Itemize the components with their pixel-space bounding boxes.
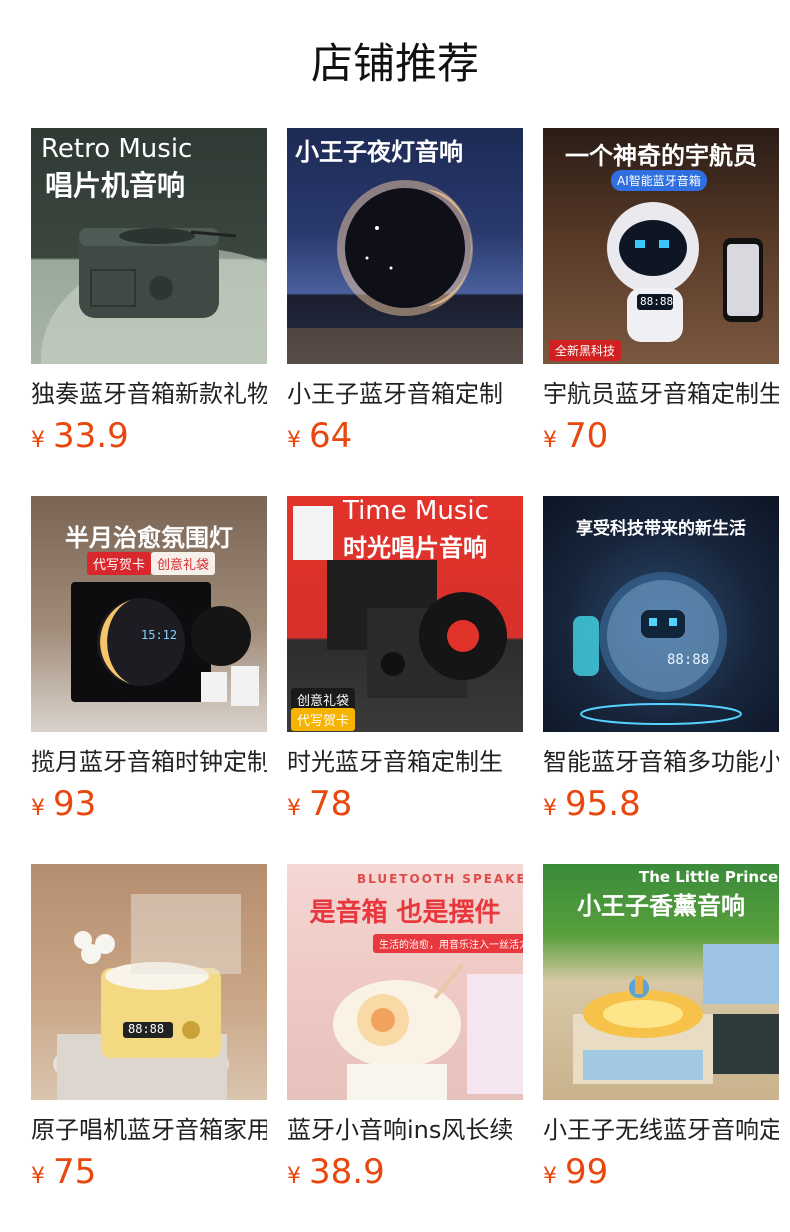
product-name[interactable]: 小王子蓝牙音箱定制 [287,378,523,410]
price-value: 75 [53,1152,97,1192]
product-name[interactable]: 独奏蓝牙音箱新款礼物 [31,378,267,410]
robot-speaker-icon [573,572,742,725]
page-title: 店铺推荐 [310,39,479,88]
currency-symbol: ¥ [287,428,301,453]
product-image-little-prince-lamp[interactable]: 小王子夜灯音响 [287,128,523,364]
price-value: 64 [309,416,353,456]
product-name[interactable]: 智能蓝牙音箱多功能小 [543,746,779,778]
astronaut-icon [607,202,763,342]
price-value: 99 [565,1152,609,1192]
product-image-astronaut-speaker[interactable]: 一个神奇的宇航员 AI智能蓝牙音箱 88:88 全新黑科技 [543,128,779,364]
product-image-smart-speaker[interactable]: 享受科技带来的新生活 88:88 [543,496,779,732]
product-card[interactable]: Time Music 时光唱片音响 创意礼袋 代写贺卡 时光蓝牙音箱定制生 ¥7… [287,496,523,828]
product-price: ¥93 [31,784,267,830]
product-image-little-prince-aroma[interactable]: The Little Prince 小王子香薰音响 [543,864,779,1100]
price-value: 38.9 [309,1152,385,1192]
clock-display: 88:88 [128,1022,165,1036]
product-price: ¥70 [543,416,779,462]
currency-symbol: ¥ [31,428,45,453]
product-name[interactable]: 揽月蓝牙音箱时钟定制 [31,746,267,778]
product-image-time-music[interactable]: Time Music 时光唱片音响 创意礼袋 代写贺卡 [287,496,523,732]
clock-display: 88:88 [667,652,710,668]
card-tag: 代写贺卡 [291,708,356,731]
price-value: 93 [53,784,97,824]
price-value: 70 [565,416,609,456]
product-image-retro-record-player[interactable]: Retro Music 唱片机音响 [31,128,267,364]
currency-symbol: ¥ [543,796,557,821]
product-price: ¥78 [287,784,523,830]
product-card[interactable]: 半月治愈氛围灯 代写贺卡 创意礼袋 15:12 揽月蓝牙音箱时钟定制 ¥93 [31,496,267,828]
clock-display: 88:88 [640,295,674,308]
product-price: ¥33.9 [31,416,267,462]
moon-lamp-icon [287,180,523,364]
product-name[interactable]: 时光蓝牙音箱定制生 [287,746,523,778]
product-image-ins-speaker[interactable]: BLUETOOTH SPEAKER 是音箱 也是摆件 生活的治愈，用音乐注入一丝… [287,864,523,1100]
product-card[interactable]: Retro Music 唱片机音响 独奏蓝牙音箱新款礼物 ¥33.9 [31,128,267,460]
currency-symbol: ¥ [31,796,45,821]
product-card[interactable]: BLUETOOTH SPEAKER 是音箱 也是摆件 生活的治愈，用音乐注入一丝… [287,864,523,1196]
product-price: ¥99 [543,1152,779,1198]
currency-symbol: ¥ [287,796,301,821]
currency-symbol: ¥ [287,1164,301,1189]
product-card[interactable]: 一个神奇的宇航员 AI智能蓝牙音箱 88:88 全新黑科技 宇航员蓝牙音箱定制生… [543,128,779,460]
product-name[interactable]: 原子唱机蓝牙音箱家用 [31,1114,267,1146]
product-card[interactable]: The Little Prince 小王子香薰音响 小王子无线蓝牙音响定 ¥99 [543,864,779,1196]
product-price: ¥95.8 [543,784,779,830]
record-player-icon [41,228,267,364]
price-value: 95.8 [565,784,641,824]
product-card[interactable]: 享受科技带来的新生活 88:88 智能蓝牙音箱多功能小 ¥95.8 [543,496,779,828]
currency-symbol: ¥ [31,1164,45,1189]
product-name[interactable]: 蓝牙小音响ins风长续 [287,1114,523,1146]
currency-symbol: ¥ [543,428,557,453]
product-card[interactable]: 小王子夜灯音响 小王子蓝牙音箱定制 ¥64 [287,128,523,460]
aroma-speaker-icon [573,944,779,1084]
product-price: ¥64 [287,416,523,462]
product-image-atomic-record-player[interactable]: 88:88 [31,864,267,1100]
clock-display: 15:12 [141,628,178,642]
product-image-half-moon-clock[interactable]: 半月治愈氛围灯 代写贺卡 创意礼袋 15:12 [31,496,267,732]
product-name[interactable]: 宇航员蓝牙音箱定制生 [543,378,779,410]
record-player-icon [53,894,241,1100]
moon-clock-icon [71,582,259,706]
price-value: 78 [309,784,353,824]
speaker-icon [333,962,523,1100]
price-value: 33.9 [53,416,129,456]
promo-tag: 全新黑科技 [549,340,622,361]
currency-symbol: ¥ [543,1164,557,1189]
product-card[interactable]: 88:88 原子唱机蓝牙音箱家用 ¥75 [31,864,267,1196]
product-name[interactable]: 小王子无线蓝牙音响定 [543,1114,779,1146]
product-price: ¥75 [31,1152,267,1198]
product-price: ¥38.9 [287,1152,523,1198]
